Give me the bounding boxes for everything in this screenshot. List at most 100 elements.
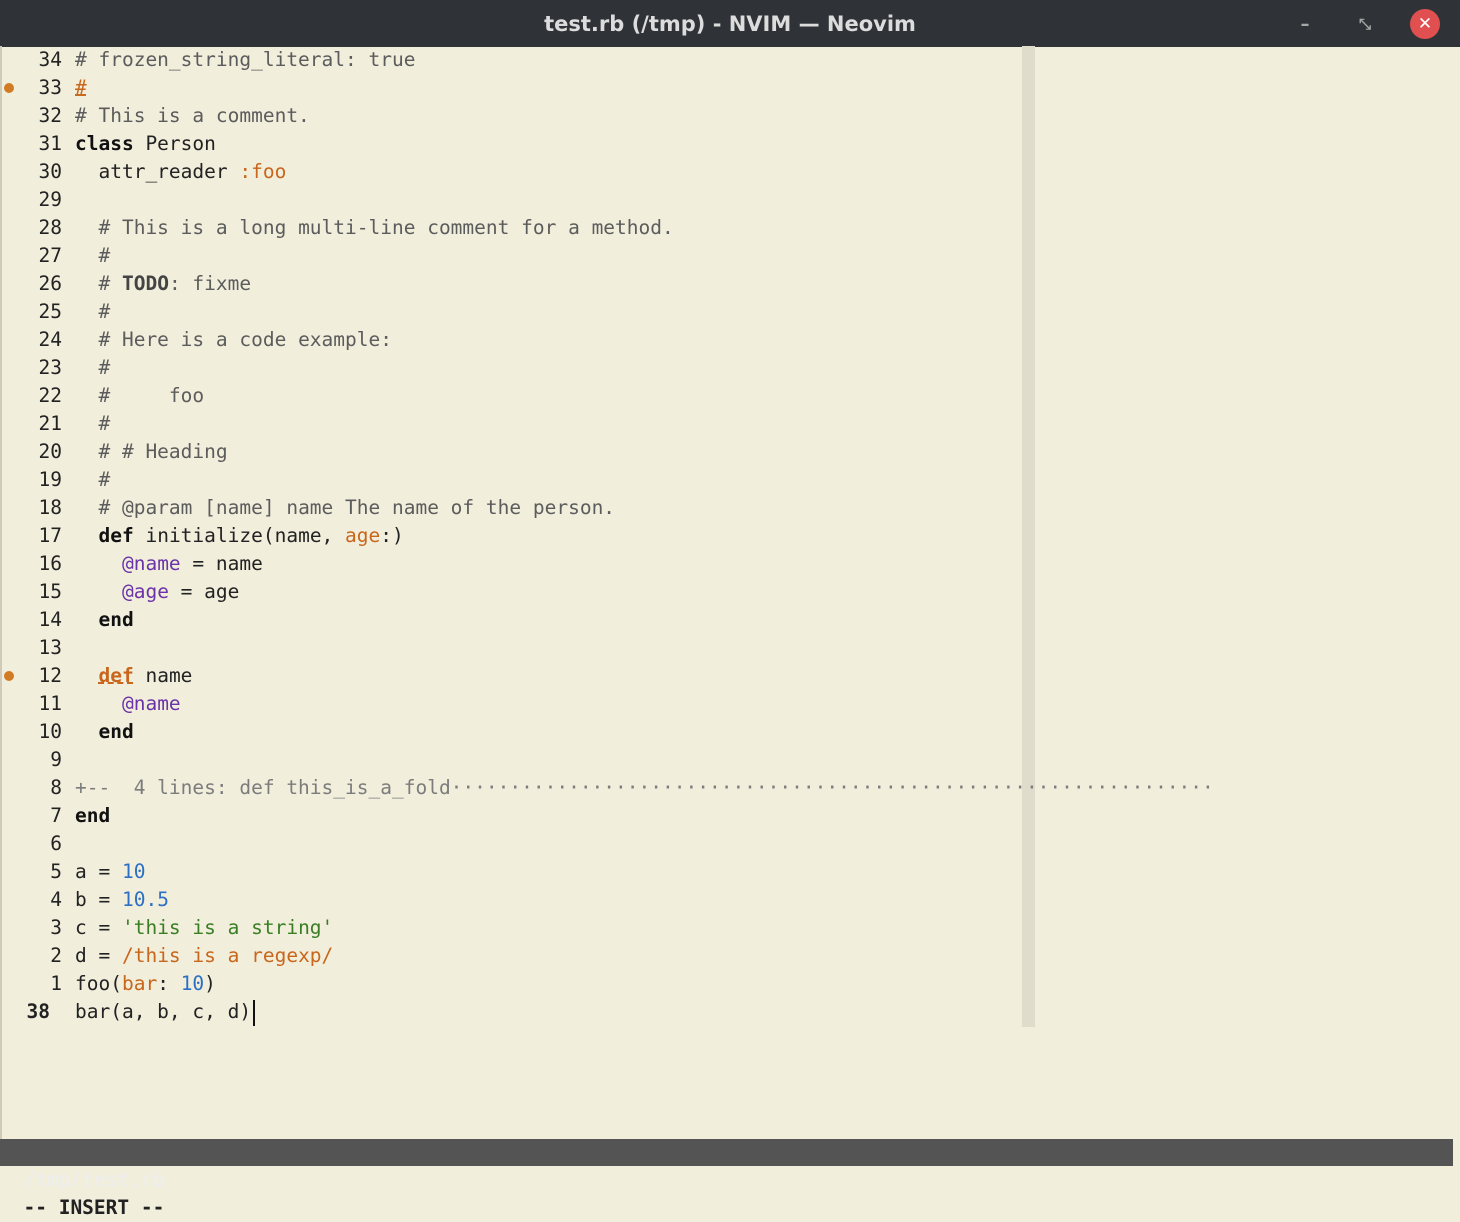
code-line[interactable]: 32 # This is a comment.	[2, 102, 1458, 130]
line-text: +-- 4 lines: def this_is_a_fold·········…	[75, 774, 1214, 802]
line-number: 6	[50, 832, 62, 855]
line-number: 14	[38, 608, 62, 631]
maximize-icon[interactable]: ⤡	[1350, 9, 1380, 39]
code-line[interactable]: 23 #	[2, 354, 1458, 382]
line-number: 12	[38, 664, 62, 687]
line-number: 28	[38, 216, 62, 239]
diagnostic-sign-icon	[4, 83, 14, 93]
code-token: +-- 4 lines: def this_is_a_fold·········…	[75, 776, 1214, 799]
line-number: 31	[38, 132, 62, 155]
close-icon[interactable]: ✕	[1410, 9, 1440, 39]
line-text: attr_reader :foo	[75, 158, 286, 186]
code-line[interactable]: 1 foo(bar: 10)	[2, 970, 1458, 998]
current-line[interactable]: 38 bar(a, b, c, d)	[2, 998, 1458, 1026]
code-token: 10	[180, 972, 205, 995]
code-line[interactable]: 28 # This is a long multi-line comment f…	[2, 214, 1458, 242]
code-token: #	[98, 412, 111, 435]
code-token: b =	[75, 888, 122, 911]
code-line[interactable]: 7 end	[2, 802, 1458, 830]
code-token: # This is a comment.	[75, 104, 310, 127]
line-number: 21	[38, 412, 62, 435]
code-line[interactable]: 19 #	[2, 466, 1458, 494]
code-line[interactable]: 12 def name	[2, 662, 1458, 690]
minimize-icon[interactable]: –	[1290, 9, 1320, 39]
code-line[interactable]: 3 c = 'this is a string'	[2, 914, 1458, 942]
line-number: 1	[50, 972, 62, 995]
line-text: def name	[75, 662, 192, 690]
line-number: 9	[50, 748, 62, 771]
code-line[interactable]: 33 #	[2, 74, 1458, 102]
code-line[interactable]: 13	[2, 634, 1458, 662]
line-text: # TODO: fixme	[75, 270, 251, 298]
code-line[interactable]: 16 @name = name	[2, 550, 1458, 578]
line-text: #	[75, 466, 110, 494]
code-line[interactable]: 29	[2, 186, 1458, 214]
code-token: #	[98, 468, 111, 491]
code-line[interactable]: 31 class Person	[2, 130, 1458, 158]
line-text: # # Heading	[75, 438, 227, 466]
line-text: @name = name	[75, 550, 263, 578]
code-line[interactable]: 18 # @param [name] name The name of the …	[2, 494, 1458, 522]
code-line[interactable]: 26 # TODO: fixme	[2, 270, 1458, 298]
code-token: @name	[121, 692, 181, 715]
code-token: 10	[121, 860, 146, 883]
code-line[interactable]: 34 # frozen_string_literal: true	[2, 46, 1458, 74]
line-number: 4	[50, 888, 62, 911]
code-token: attr_reader	[75, 160, 240, 183]
line-text: b = 10.5	[75, 886, 169, 914]
code-token: c =	[75, 916, 122, 939]
code-line[interactable]: 14 end	[2, 606, 1458, 634]
code-token: /this is a regexp/	[121, 944, 334, 967]
code-token: #	[98, 356, 111, 379]
code-token: :	[157, 972, 181, 995]
code-line[interactable]: 4 b = 10.5	[2, 886, 1458, 914]
line-number: 19	[38, 468, 62, 491]
code-token: initialize(name,	[133, 524, 346, 547]
code-line[interactable]: 24 # Here is a code example:	[2, 326, 1458, 354]
code-line[interactable]: 11 @name	[2, 690, 1458, 718]
code-token: : fixme	[168, 272, 252, 295]
editor-buffer[interactable]: 34 # frozen_string_literal: true 33 #32 # Th…	[0, 46, 1460, 1139]
code-line[interactable]: 10 end	[2, 718, 1458, 746]
code-line[interactable]: 21 #	[2, 410, 1458, 438]
code-token: # Here is a code example:	[98, 328, 392, 351]
line-number: 20	[38, 440, 62, 463]
line-text: #	[75, 354, 110, 382]
code-line[interactable]: 20 # # Heading	[2, 438, 1458, 466]
line-text: def initialize(name, age:)	[75, 522, 403, 550]
window-titlebar[interactable]: test.rb (/tmp) - NVIM — Neovim – ⤡ ✕	[0, 0, 1460, 47]
line-number: 38	[26, 1000, 50, 1023]
code-line[interactable]: 5 a = 10	[2, 858, 1458, 886]
code-line[interactable]: 6	[2, 830, 1458, 858]
line-number: 16	[38, 552, 62, 575]
code-token: end	[98, 608, 134, 631]
code-token: = age	[168, 580, 240, 603]
fold-line[interactable]: 8 +-- 4 lines: def this_is_a_fold········…	[2, 774, 1458, 802]
code-token: @age	[121, 580, 169, 603]
code-line[interactable]: 27 #	[2, 242, 1458, 270]
code-token: @name	[121, 552, 181, 575]
code-line[interactable]: 22 # foo	[2, 382, 1458, 410]
code-token: :foo	[239, 160, 287, 183]
line-text: d = /this is a regexp/	[75, 942, 333, 970]
code-token: bar(a, b, c, d)	[75, 1000, 252, 1023]
code-line[interactable]: 30 attr_reader :foo	[2, 158, 1458, 186]
code-line[interactable]: 17 def initialize(name, age:)	[2, 522, 1458, 550]
code-line[interactable]: 25 #	[2, 298, 1458, 326]
code-line[interactable]: 15 @age = age	[2, 578, 1458, 606]
command-line[interactable]: -- INSERT --	[0, 1166, 1460, 1219]
code-line[interactable]: 9	[2, 746, 1458, 774]
text-cursor	[253, 999, 256, 1026]
line-text: # This is a long multi-line comment for …	[75, 214, 673, 242]
status-line: /tmp/test.rb	[0, 1139, 1453, 1191]
line-number: 8	[50, 776, 62, 799]
line-text: #	[75, 410, 110, 438]
code-line[interactable]: 2 d = /this is a regexp/	[2, 942, 1458, 970]
line-number: 27	[38, 244, 62, 267]
